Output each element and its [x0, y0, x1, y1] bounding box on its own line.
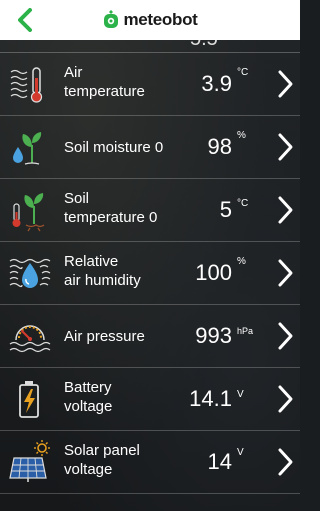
- row-value: 14: [207, 449, 232, 474]
- thermometer-wind-icon: [10, 67, 43, 103]
- row-label: Soil temperature 0: [64, 189, 184, 227]
- chevron-right-icon: [278, 259, 293, 287]
- label-line-1: Air pressure: [64, 328, 145, 345]
- row-label: Soil moisture 0: [64, 138, 184, 157]
- solar-panel-sun-icon: [9, 440, 50, 482]
- list-item-soil-moisture[interactable]: Soil moisture 0 98 %: [0, 116, 300, 179]
- sprout-drop-icon: [13, 132, 42, 165]
- label-line-2: voltage: [64, 398, 113, 415]
- row-value: 98: [207, 134, 232, 159]
- label-line-2: voltage: [64, 461, 113, 478]
- chevron-right-icon: [278, 196, 293, 224]
- list-item-partial[interactable]: 5.5: [0, 40, 300, 53]
- label-line-2: temperature 0: [64, 209, 158, 226]
- row-label: Relative air humidity: [64, 252, 184, 290]
- row-label: Air temperature: [64, 63, 184, 101]
- label-line-1: Soil: [64, 190, 90, 207]
- list-item-battery-voltage[interactable]: Battery voltage 14.1 V: [0, 368, 300, 431]
- row-value: 100: [195, 260, 232, 285]
- list-item-relative-air-humidity[interactable]: Relative air humidity 100 %: [0, 242, 300, 305]
- chevron-left-icon: [18, 8, 32, 32]
- row-value: 5: [219, 197, 232, 222]
- logo-text: meteobot: [123, 10, 198, 29]
- list-item-solar-panel-voltage[interactable]: Solar panel voltage 14 V: [0, 431, 300, 494]
- list-item-air-pressure[interactable]: Air pressure 993 hPa: [0, 305, 300, 368]
- label-line-1: Battery: [64, 379, 112, 396]
- app-header: meteobot: [0, 0, 300, 40]
- row-unit: V: [237, 447, 244, 458]
- chevron-right-icon: [278, 448, 293, 476]
- row-label: Air pressure: [64, 327, 184, 346]
- label-line-1: Relative: [64, 253, 119, 270]
- row-unit: %: [237, 130, 246, 141]
- list-item-air-temperature[interactable]: Air temperature 3.9 °C: [0, 53, 300, 116]
- list-item-soil-temperature[interactable]: Soil temperature 0 5 °C: [0, 179, 300, 242]
- row-value: 14.1: [189, 386, 232, 411]
- drop-wind-icon: [9, 258, 51, 288]
- row-value: 3.9: [201, 71, 232, 96]
- battery-bolt-icon: [19, 381, 39, 418]
- row-label: Battery voltage: [64, 378, 184, 416]
- chevron-right-icon: [278, 322, 293, 350]
- back-button[interactable]: [8, 4, 42, 36]
- row-unit: hPa: [237, 326, 254, 336]
- chevron-right-icon: [278, 133, 293, 161]
- chevron-right-icon: [278, 385, 293, 413]
- row-unit: °C: [237, 198, 249, 209]
- row-value: 993: [195, 323, 232, 348]
- meteobot-logo-icon: [104, 10, 119, 28]
- app-logo: meteobot: [102, 9, 198, 31]
- chevron-right-icon: [278, 70, 293, 98]
- sprout-thermometer-icon: [12, 193, 45, 232]
- sensor-list: 5.5 Air temperature 3.9 °C: [0, 40, 300, 494]
- row-unit: °C: [237, 67, 249, 78]
- label-line-1: Air: [64, 64, 83, 81]
- label-line-1: Soil moisture 0: [64, 139, 164, 156]
- row-unit: V: [237, 389, 244, 400]
- row-label: Solar panel voltage: [64, 441, 184, 479]
- gauge-wind-icon: [9, 325, 51, 353]
- label-line-2: air humidity: [64, 272, 141, 289]
- label-line-1: Solar panel: [64, 442, 140, 459]
- row-unit: %: [237, 256, 246, 267]
- label-line-2: temperature: [64, 83, 145, 100]
- partial-value: 5.5: [190, 40, 218, 51]
